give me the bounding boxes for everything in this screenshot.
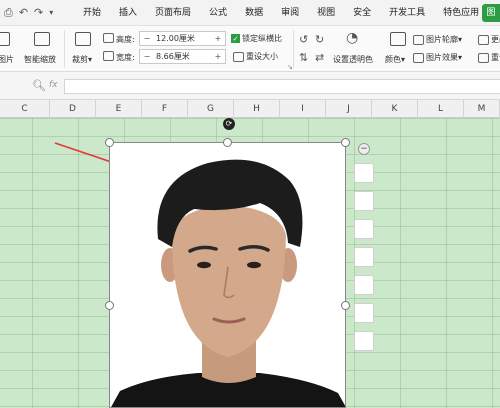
id-photo[interactable]: [109, 142, 346, 408]
resize-handle-right[interactable]: [341, 301, 350, 310]
more-options-icon[interactable]: [354, 331, 374, 351]
layout-options-icon[interactable]: [354, 247, 374, 267]
picture-effect-icon[interactable]: [354, 219, 374, 239]
zoom-picture-icon[interactable]: [354, 163, 374, 183]
crop-picture-icon[interactable]: [354, 191, 374, 211]
resize-handle-top[interactable]: [223, 138, 232, 147]
picture-to-text-icon[interactable]: [354, 275, 374, 295]
resize-handle-top-right[interactable]: [341, 138, 350, 147]
rotate-handle-icon[interactable]: ⟳: [223, 118, 235, 130]
resize-handle-top-left[interactable]: [105, 138, 114, 147]
picture-tools-icon[interactable]: [354, 303, 374, 323]
resize-handle-left[interactable]: [105, 301, 114, 310]
collapse-toolbar-icon[interactable]: −: [358, 143, 370, 155]
